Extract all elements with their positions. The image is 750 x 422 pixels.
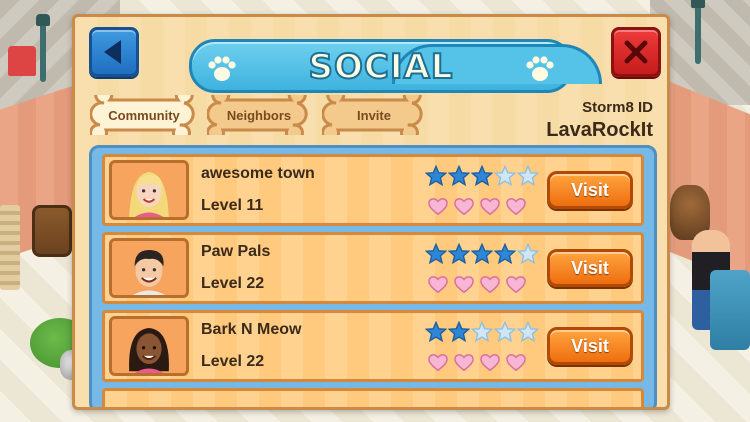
star-filled-icon (494, 243, 516, 265)
player-name: Bark N Meow (201, 321, 302, 338)
storm8-id-label: Storm8 ID (582, 99, 653, 116)
street-lamp (36, 14, 50, 82)
heart-icon (428, 354, 448, 372)
player-name: awesome town (201, 165, 315, 182)
visit-button[interactable]: Visit (547, 171, 633, 209)
heart-rating (427, 273, 527, 295)
star-filled-icon (425, 321, 447, 343)
tab-neighbors-label: Neighbors (226, 107, 292, 123)
star-filled-icon (448, 243, 470, 265)
tab-invite-label: Invite (357, 107, 391, 123)
dark-haired-man-avatar-icon (113, 241, 185, 295)
star-empty-icon (494, 321, 516, 343)
star-empty-icon (471, 321, 493, 343)
star-filled-icon (448, 321, 470, 343)
tab-invite[interactable]: Invite (322, 95, 426, 135)
player-row: awesome town Level 11 Visit (102, 154, 644, 226)
close-button[interactable] (611, 27, 661, 77)
avatar (109, 238, 189, 298)
star-filled-icon (425, 165, 447, 187)
avatar (109, 316, 189, 376)
heart-icon (506, 354, 526, 372)
heart-icon (480, 354, 500, 372)
paw-print-icon (526, 56, 554, 81)
heart-rating (427, 195, 527, 217)
heart-rating (427, 351, 527, 373)
player-row-partial (102, 388, 644, 407)
visit-button[interactable]: Visit (547, 249, 633, 287)
heart-icon (454, 354, 474, 372)
avatar (109, 160, 189, 220)
player-list[interactable]: awesome town Level 11 Visit Paw Pals Lev… (89, 145, 657, 407)
storm8-id-value: LavaRockIt (546, 119, 653, 141)
star-filled-icon (448, 165, 470, 187)
blonde-woman-avatar-icon (113, 163, 185, 217)
social-panel: SOCIAL Community Neighbors Invite Storm8… (72, 14, 670, 410)
star-empty-icon (517, 243, 539, 265)
star-filled-icon (425, 243, 447, 265)
heart-icon (506, 198, 526, 216)
heart-icon (454, 276, 474, 294)
player-level: Level 11 (201, 197, 264, 214)
heart-icon (506, 276, 526, 294)
star-filled-icon (471, 165, 493, 187)
star-filled-icon (471, 243, 493, 265)
close-x-icon (624, 40, 648, 64)
visit-button[interactable]: Visit (547, 327, 633, 365)
star-empty-icon (517, 321, 539, 343)
heart-icon (480, 198, 500, 216)
star-rating (425, 321, 539, 343)
street-lamp (691, 0, 705, 64)
star-rating (425, 165, 539, 187)
tab-neighbors[interactable]: Neighbors (207, 95, 311, 135)
star-rating (425, 243, 539, 265)
star-empty-icon (494, 165, 516, 187)
player-name: Paw Pals (201, 243, 271, 260)
page-title: SOCIAL (308, 46, 454, 88)
heart-icon (454, 198, 474, 216)
tab-community-label: Community (108, 107, 180, 123)
tab-community[interactable]: Community (90, 95, 198, 135)
player-level: Level 22 (201, 275, 265, 292)
dark-skinned-woman-avatar-icon (113, 319, 185, 373)
scratching-post (0, 205, 20, 290)
back-button[interactable] (89, 27, 139, 77)
player-row: Bark N Meow Level 22 Visit (102, 310, 644, 382)
mailbox-sign (8, 46, 36, 76)
player-row: Paw Pals Level 22 Visit (102, 232, 644, 304)
player-level: Level 22 (201, 353, 265, 370)
vending-machine (710, 270, 750, 350)
star-empty-icon (517, 165, 539, 187)
back-arrow-icon (104, 40, 121, 64)
food-barrel (32, 205, 72, 257)
heart-icon (428, 198, 448, 216)
heart-icon (480, 276, 500, 294)
heart-icon (428, 276, 448, 294)
